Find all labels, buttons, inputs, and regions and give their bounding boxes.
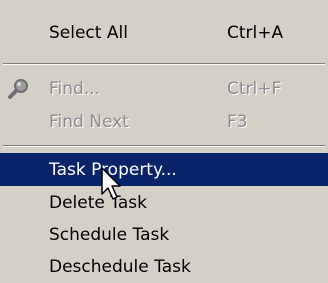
menu-item-shortcut: Ctrl+A xyxy=(227,22,284,43)
menu-item-deschedule-task[interactable]: Deschedule Task xyxy=(0,250,328,283)
menu-item-shortcut: Ctrl+F xyxy=(227,78,282,99)
menu-item-delete-task[interactable]: Delete Task xyxy=(0,186,328,219)
menu-item-schedule-task[interactable]: Schedule Task xyxy=(0,218,328,251)
menu-separator xyxy=(3,145,325,147)
menu-separator xyxy=(3,63,325,65)
menu-top-edge xyxy=(0,0,328,4)
menu-item-find-next[interactable]: Find Next F3 xyxy=(0,105,328,138)
menu-item-find[interactable]: Find... Ctrl+F xyxy=(0,72,328,105)
menu-item-label: Select All xyxy=(49,22,128,43)
menu-item-label: Find Next xyxy=(49,111,129,132)
menu-item-shortcut: F3 xyxy=(227,111,248,132)
magnifier-icon xyxy=(7,76,33,102)
menu-item-label: Delete Task xyxy=(49,192,147,213)
menu-item-label: Deschedule Task xyxy=(49,256,191,277)
menu-item-task-property[interactable]: Task Property... xyxy=(0,153,328,186)
menu-item-label: Find... xyxy=(49,78,101,99)
menu-item-label: Task Property... xyxy=(49,159,177,180)
menu-item-label: Schedule Task xyxy=(49,224,170,245)
context-menu: Select All Ctrl+A Find... Ctrl+F Find Ne… xyxy=(0,0,328,283)
menu-item-select-all[interactable]: Select All Ctrl+A xyxy=(0,16,328,49)
